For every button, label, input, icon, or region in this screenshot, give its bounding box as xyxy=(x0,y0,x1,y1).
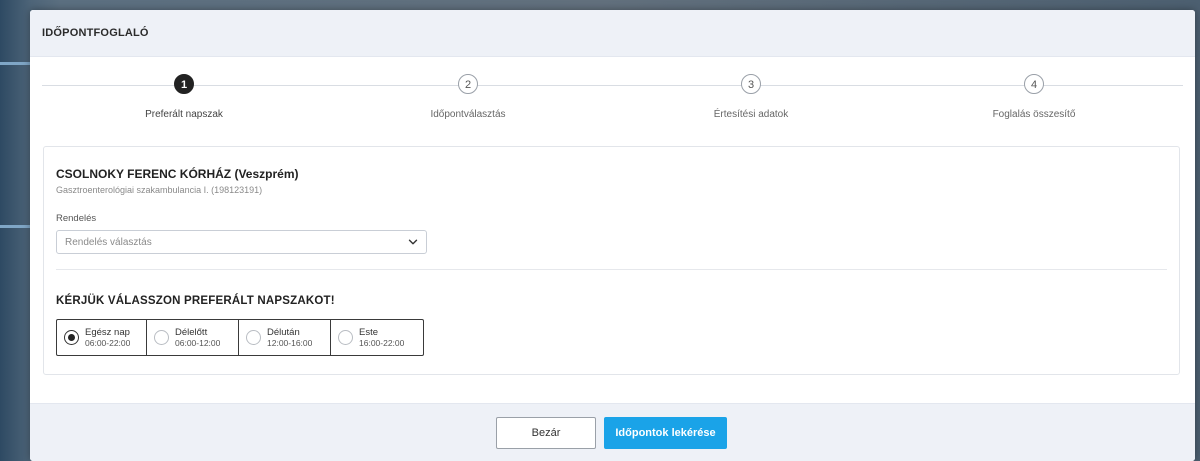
step-number: 3 xyxy=(741,74,761,94)
step-number: 1 xyxy=(174,74,194,94)
daypart-option-time: 12:00-16:00 xyxy=(267,338,313,348)
section-divider xyxy=(56,269,1167,270)
request-appointments-button[interactable]: Időpontok lekérése xyxy=(604,417,727,449)
booking-form-card: CSOLNOKY FERENC KÓRHÁZ (Veszprém) Gasztr… xyxy=(43,146,1180,375)
rendeles-select-value: Rendelés választás xyxy=(65,236,152,248)
rendeles-label: Rendelés xyxy=(56,213,97,224)
daypart-option-name: Egész nap xyxy=(85,327,130,338)
daypart-option-name: Délután xyxy=(267,327,300,338)
booking-stepper: 1 Preferált napszak 2 Időpontválasztás 3… xyxy=(30,10,1195,140)
daypart-options: Egész nap 06:00-22:00 Délelőtt 06:00-12:… xyxy=(56,319,424,356)
hospital-department: Gasztroenterológiai szakambulancia I. (1… xyxy=(56,185,263,195)
step-label: Preferált napszak xyxy=(145,109,223,120)
daypart-option-whole-day[interactable]: Egész nap 06:00-22:00 xyxy=(57,320,147,355)
backdrop-stripe xyxy=(0,62,30,65)
step-number: 4 xyxy=(1024,74,1044,94)
step-notification-data[interactable]: 3 Értesítési adatok xyxy=(651,74,851,120)
daypart-option-time: 06:00-22:00 xyxy=(85,338,131,348)
daypart-option-time: 16:00-22:00 xyxy=(359,338,405,348)
modal-footer: Bezár Időpontok lekérése xyxy=(30,403,1195,461)
booking-modal: IDŐPONTFOGLALÓ 1 Preferált napszak 2 Idő… xyxy=(30,10,1195,461)
daypart-option-time: 06:00-12:00 xyxy=(175,338,221,348)
radio-unselected-icon[interactable] xyxy=(154,330,169,345)
chevron-down-icon xyxy=(408,239,418,245)
radio-unselected-icon[interactable] xyxy=(338,330,353,345)
step-time-selection[interactable]: 2 Időpontválasztás xyxy=(368,74,568,120)
daypart-option-name: Este xyxy=(359,327,379,338)
step-preferred-daypart[interactable]: 1 Preferált napszak xyxy=(84,74,284,120)
daypart-option-morning[interactable]: Délelőtt 06:00-12:00 xyxy=(147,320,239,355)
daypart-option-name: Délelőtt xyxy=(175,327,208,338)
step-label: Időpontválasztás xyxy=(430,109,506,120)
hospital-name: CSOLNOKY FERENC KÓRHÁZ (Veszprém) xyxy=(56,167,299,181)
step-booking-summary[interactable]: 4 Foglalás összesítő xyxy=(934,74,1134,120)
daypart-option-evening[interactable]: Este 16:00-22:00 xyxy=(331,320,423,355)
backdrop-stripe xyxy=(0,225,30,228)
daypart-option-afternoon[interactable]: Délután 12:00-16:00 xyxy=(239,320,331,355)
rendeles-select[interactable]: Rendelés választás xyxy=(56,230,427,254)
radio-selected-icon[interactable] xyxy=(64,330,79,345)
close-button[interactable]: Bezár xyxy=(496,417,596,449)
daypart-title: KÉRJÜK VÁLASSZON PREFERÁLT NAPSZAKOT! xyxy=(56,295,335,307)
step-label: Értesítési adatok xyxy=(713,109,789,120)
radio-unselected-icon[interactable] xyxy=(246,330,261,345)
step-number: 2 xyxy=(458,74,478,94)
step-label: Foglalás összesítő xyxy=(992,109,1076,120)
